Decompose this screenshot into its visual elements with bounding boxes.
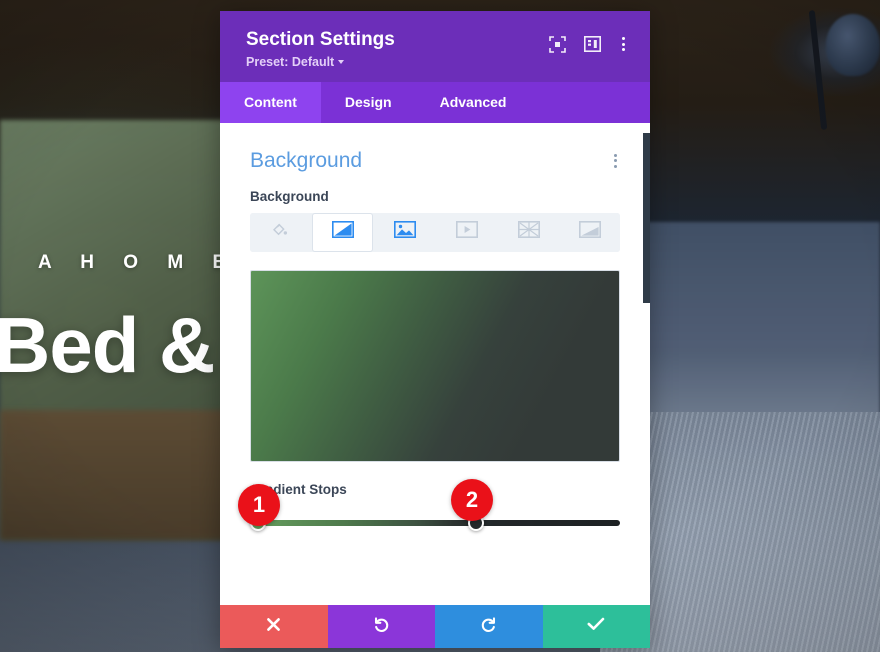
background-type-video[interactable] <box>437 212 497 252</box>
background-section-header: Background <box>250 123 620 189</box>
focus-target-icon[interactable] <box>549 35 566 53</box>
panel-tabs: Content Design Advanced <box>220 81 650 123</box>
panel-header: Section Settings Preset: Default <box>220 11 650 82</box>
image-icon <box>394 221 417 243</box>
save-button[interactable] <box>542 605 650 648</box>
redo-icon <box>480 616 497 638</box>
panel-body: Background Background Gradient Stops <box>220 122 650 605</box>
cancel-button[interactable] <box>220 605 328 648</box>
callout-badge-1: 1 <box>238 484 280 526</box>
close-icon <box>266 617 281 637</box>
background-type-pattern[interactable] <box>498 212 559 252</box>
chevron-down-icon <box>338 60 345 65</box>
tab-design[interactable]: Design <box>321 82 416 123</box>
background-type-color[interactable] <box>250 212 310 252</box>
redo-button[interactable] <box>435 605 543 648</box>
undo-button[interactable] <box>327 605 435 648</box>
section-settings-panel: Section Settings Preset: Default Content… <box>220 11 650 648</box>
background-field-label: Background <box>250 188 329 204</box>
tab-advanced[interactable]: Advanced <box>416 82 531 123</box>
background-type-toggle-group <box>250 212 620 252</box>
more-options-icon[interactable] <box>611 150 620 172</box>
panel-scrollbar[interactable] <box>643 123 650 605</box>
background-type-gradient[interactable] <box>311 212 374 252</box>
panel-footer-actions <box>220 605 650 648</box>
gradient-icon <box>331 221 354 243</box>
undo-icon <box>373 616 390 638</box>
gradient-stops-label: Gradient Stops <box>250 481 347 497</box>
more-options-icon[interactable] <box>619 33 628 55</box>
video-icon <box>455 221 478 243</box>
paint-bucket-icon <box>271 221 288 243</box>
layout-panel-icon[interactable] <box>584 36 601 52</box>
header-icon-group <box>549 33 628 55</box>
panel-title: Section Settings <box>246 29 395 50</box>
gradient-preview[interactable] <box>250 269 620 462</box>
screenshot-root: A H O M E A W Bed & Section Settings Pre… <box>0 0 880 652</box>
gradient-stops-slider[interactable] <box>250 514 620 531</box>
preset-label: Preset: Default <box>246 54 335 69</box>
pattern-icon <box>517 221 540 243</box>
background-type-image[interactable] <box>375 212 436 252</box>
panel-scrollbar-thumb[interactable] <box>643 132 650 303</box>
hero-title-text: Bed & <box>0 301 215 389</box>
gradient-stops-bar <box>250 519 620 526</box>
section-title: Background <box>250 148 363 172</box>
preset-selector[interactable]: Preset: Default <box>246 55 395 69</box>
tab-content[interactable]: Content <box>220 81 321 123</box>
callout-badge-2: 2 <box>451 479 493 521</box>
panel-title-wrap: Section Settings Preset: Default <box>246 29 395 69</box>
background-type-mask[interactable] <box>560 212 620 252</box>
check-icon <box>587 617 605 636</box>
mask-icon <box>579 221 602 243</box>
